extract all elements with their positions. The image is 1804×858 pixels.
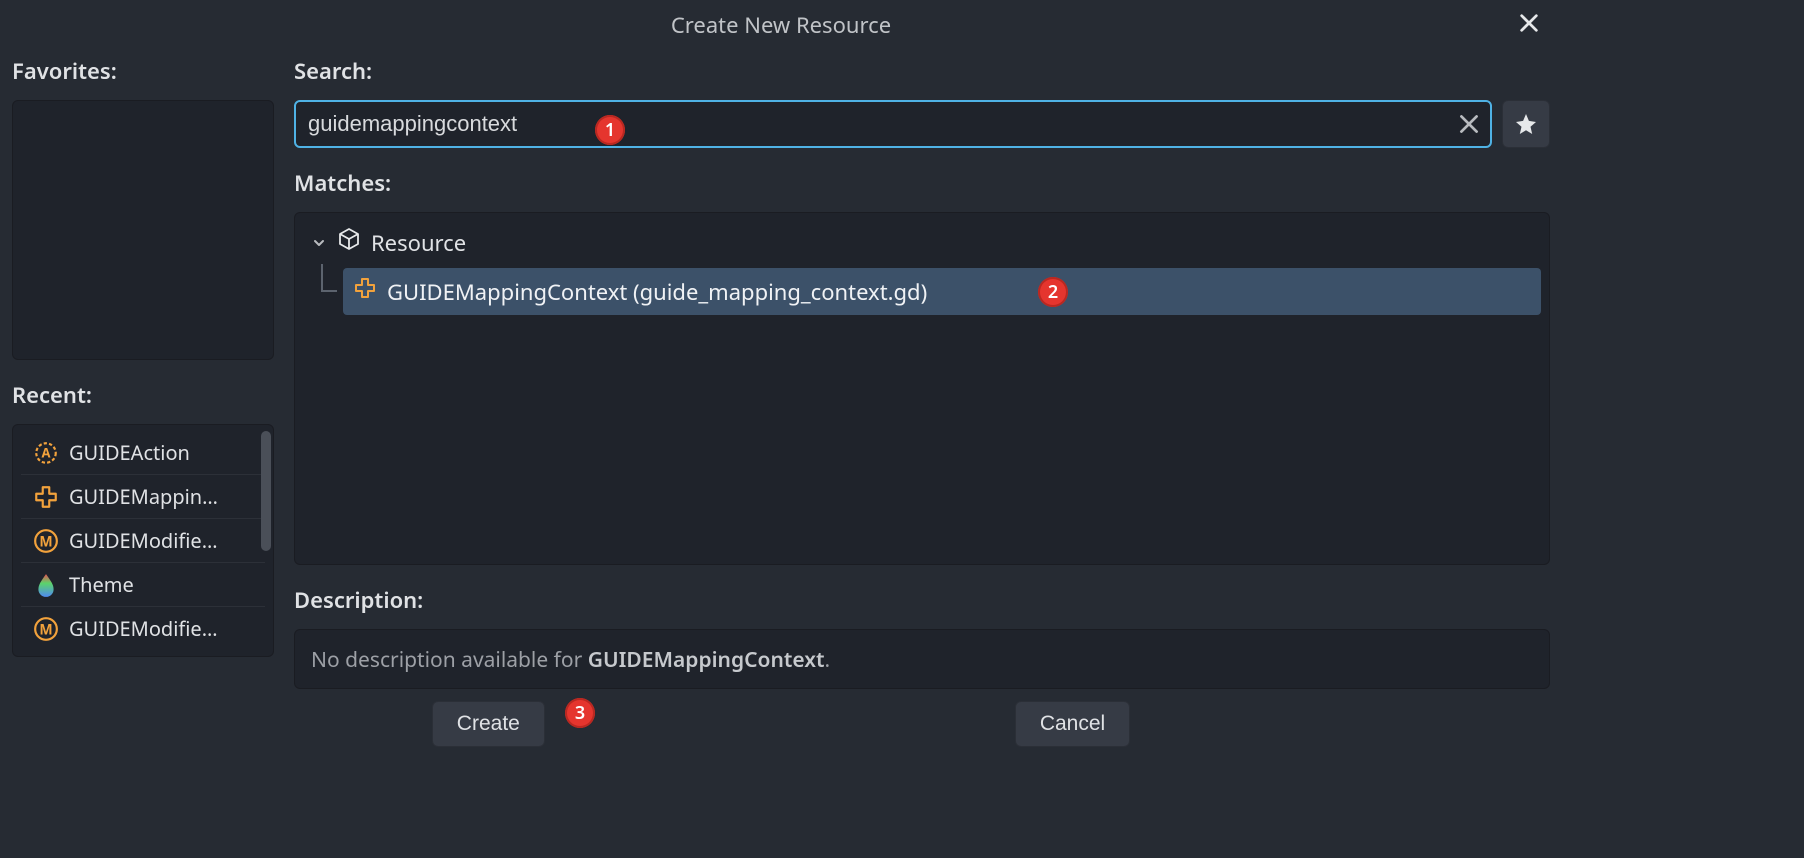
theme-drop-icon (33, 572, 59, 598)
svg-text:M: M (39, 620, 52, 639)
close-icon[interactable] (1514, 8, 1544, 38)
recent-item-label: GUIDEModifie… (69, 527, 218, 554)
dialog-title: Create New Resource (671, 10, 891, 40)
action-gear-icon: A (33, 440, 59, 466)
recent-item-label: GUIDEMappin… (69, 483, 218, 510)
description-label: Description: (294, 579, 1550, 615)
recent-item-label: GUIDEModifie… (69, 615, 218, 642)
recent-item-guidemodifier1[interactable]: M GUIDEModifie… (21, 519, 265, 563)
search-label: Search: (294, 50, 1550, 86)
dpad-icon (353, 276, 377, 307)
dialog-titlebar: Create New Resource (0, 0, 1562, 50)
description-text-prefix: No description available for (311, 646, 588, 674)
recent-item-guidemodifier2[interactable]: M GUIDEModifie… (21, 607, 265, 650)
description-panel: No description available for GUIDEMappin… (294, 629, 1550, 689)
circle-m-icon: M (33, 528, 59, 554)
description-class: GUIDEMappingContext (588, 646, 825, 674)
annotation-badge-1: 1 (595, 115, 625, 145)
favorites-label: Favorites: (12, 50, 274, 86)
recent-item-guidemapping[interactable]: GUIDEMappin… (21, 475, 265, 519)
svg-text:A: A (42, 443, 51, 461)
recent-label: Recent: (12, 374, 274, 410)
matches-label: Matches: (294, 162, 1550, 198)
recent-panel: A GUIDEAction GUIDEMappin… M GUIDEModifi… (12, 424, 274, 657)
favorites-panel (12, 100, 274, 360)
resource-box-icon (337, 227, 361, 258)
recent-item-theme[interactable]: Theme (21, 563, 265, 607)
tree-item-guidemappingcontext[interactable]: GUIDEMappingContext (guide_mapping_conte… (343, 268, 1541, 315)
annotation-badge-3: 3 (565, 698, 595, 728)
recent-item-guideaction[interactable]: A GUIDEAction (21, 431, 265, 475)
cancel-button[interactable]: Cancel (1015, 701, 1130, 747)
dpad-icon (33, 484, 59, 510)
circle-m-icon: M (33, 616, 59, 642)
tree-item-resource[interactable]: Resource (303, 221, 1541, 264)
annotation-badge-2: 2 (1038, 277, 1068, 307)
clear-search-icon[interactable] (1456, 111, 1482, 137)
scrollbar-thumb[interactable] (261, 431, 271, 551)
tree-item-label: GUIDEMappingContext (guide_mapping_conte… (387, 277, 927, 307)
matches-panel: Resource GUIDEMappingContext (guide_mapp… (294, 212, 1550, 565)
description-text-suffix: . (825, 646, 831, 674)
create-button[interactable]: Create (432, 701, 545, 747)
tree-branch-line (303, 268, 343, 315)
recent-item-label: Theme (69, 571, 134, 598)
chevron-down-icon (311, 228, 327, 258)
search-input[interactable] (294, 100, 1492, 148)
tree-item-label: Resource (371, 228, 466, 258)
svg-text:M: M (39, 532, 52, 551)
favorite-button[interactable] (1502, 100, 1550, 148)
recent-item-label: GUIDEAction (69, 439, 190, 466)
